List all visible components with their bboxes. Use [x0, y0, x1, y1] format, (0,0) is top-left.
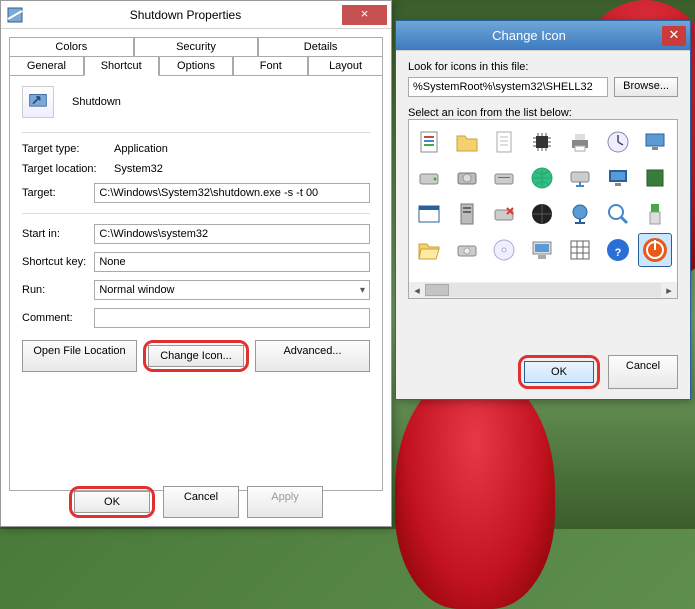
apply-button: Apply: [247, 486, 323, 518]
start-in-label: Start in:: [22, 228, 94, 240]
tab-colors[interactable]: Colors: [9, 37, 134, 57]
scroll-thumb[interactable]: [425, 284, 449, 296]
tab-content: Shutdown Target type: Application Target…: [9, 75, 383, 491]
computer-icon[interactable]: [526, 234, 558, 266]
close-button[interactable]: ✕: [662, 26, 686, 46]
tab-general[interactable]: General: [9, 56, 84, 76]
svg-text:?: ?: [614, 247, 621, 259]
dialog-title: Change Icon: [396, 28, 662, 43]
horizontal-scrollbar[interactable]: ◂ ▸: [409, 282, 677, 298]
window-icon: [7, 7, 23, 23]
close-button[interactable]: ×: [342, 5, 387, 25]
open-file-location-button[interactable]: Open File Location: [22, 340, 137, 372]
shortcut-key-input[interactable]: [94, 252, 370, 272]
start-in-input[interactable]: [94, 224, 370, 244]
target-location-value: System32: [114, 163, 370, 175]
network-drive-icon[interactable]: [564, 162, 596, 194]
run-value: Normal window: [99, 284, 174, 296]
cd-icon[interactable]: [488, 234, 520, 266]
chevron-down-icon: ▾: [360, 285, 365, 296]
help-icon[interactable]: ?: [602, 234, 634, 266]
titlebar[interactable]: Shutdown Properties ×: [1, 1, 391, 29]
usb-icon[interactable]: [639, 198, 671, 230]
document-icon[interactable]: [413, 126, 445, 158]
scroll-left-icon[interactable]: ◂: [409, 284, 425, 297]
run-label: Run:: [22, 284, 94, 296]
shortcut-file-icon: [22, 86, 54, 118]
titlebar[interactable]: Change Icon ✕: [396, 21, 690, 51]
clock-icon[interactable]: [602, 126, 634, 158]
ok-button[interactable]: OK: [74, 491, 150, 513]
highlight-ok-change-icon: OK: [518, 355, 600, 389]
ok-button[interactable]: OK: [524, 361, 594, 383]
change-icon-button[interactable]: Change Icon...: [148, 345, 244, 367]
grid-icon[interactable]: [564, 234, 596, 266]
shortcut-name: Shutdown: [72, 96, 121, 108]
icon-list: ? ◂ ▸: [408, 119, 678, 299]
scroll-track[interactable]: [425, 283, 661, 297]
target-type-value: Application: [114, 143, 370, 155]
cancel-button[interactable]: Cancel: [163, 486, 239, 518]
server-icon[interactable]: [451, 198, 483, 230]
tab-row-lower: General Shortcut Options Font Layout: [9, 56, 383, 75]
monitor-blue-icon[interactable]: [602, 162, 634, 194]
drive-x-icon[interactable]: [488, 198, 520, 230]
select-label: Select an icon from the list below:: [408, 107, 678, 119]
shutdown-properties-window: Shutdown Properties × Colors Security De…: [0, 0, 392, 527]
highlight-ok-properties: OK: [69, 486, 155, 518]
look-label: Look for icons in this file:: [408, 61, 678, 73]
tab-security[interactable]: Security: [134, 37, 259, 57]
scroll-right-icon[interactable]: ▸: [661, 284, 677, 297]
tab-layout[interactable]: Layout: [308, 56, 383, 76]
cancel-button[interactable]: Cancel: [608, 355, 678, 389]
target-label: Target:: [22, 187, 94, 199]
chip-icon[interactable]: [526, 126, 558, 158]
tab-options[interactable]: Options: [159, 56, 234, 76]
change-icon-dialog: Change Icon ✕ Look for icons in this fil…: [395, 20, 691, 400]
power-icon[interactable]: [639, 234, 671, 266]
highlight-change-icon: Change Icon...: [143, 340, 249, 372]
desktop-icon[interactable]: [639, 126, 671, 158]
magnifier-icon[interactable]: [602, 198, 634, 230]
advanced-button[interactable]: Advanced...: [255, 340, 370, 372]
shortcut-key-label: Shortcut key:: [22, 256, 94, 268]
folder-open-icon[interactable]: [413, 234, 445, 266]
disc-drive-icon[interactable]: [488, 162, 520, 194]
folder-icon[interactable]: [451, 126, 483, 158]
printer-icon[interactable]: [564, 126, 596, 158]
network-globe-icon[interactable]: [564, 198, 596, 230]
window-icon[interactable]: [413, 198, 445, 230]
run-select[interactable]: Normal window ▾: [94, 280, 370, 300]
icon-path-input[interactable]: [408, 77, 608, 97]
drive-icon[interactable]: [413, 162, 445, 194]
target-location-label: Target location:: [22, 163, 114, 175]
black-globe-icon[interactable]: [526, 198, 558, 230]
page-icon[interactable]: [488, 126, 520, 158]
window-title: Shutdown Properties: [29, 8, 342, 22]
tab-font[interactable]: Font: [233, 56, 308, 76]
globe-icon[interactable]: [526, 162, 558, 194]
tab-details[interactable]: Details: [258, 37, 383, 57]
comment-label: Comment:: [22, 312, 94, 324]
browse-button[interactable]: Browse...: [614, 77, 678, 97]
target-input[interactable]: [94, 183, 370, 203]
tab-shortcut[interactable]: Shortcut: [84, 56, 159, 76]
optical-drive-icon[interactable]: [451, 234, 483, 266]
target-type-label: Target type:: [22, 143, 114, 155]
green-square-icon[interactable]: [639, 162, 671, 194]
hdd-icon[interactable]: [451, 162, 483, 194]
tab-row-upper: Colors Security Details: [9, 37, 383, 56]
dialog-footer: OK Cancel Apply: [1, 486, 391, 518]
comment-input[interactable]: [94, 308, 370, 328]
